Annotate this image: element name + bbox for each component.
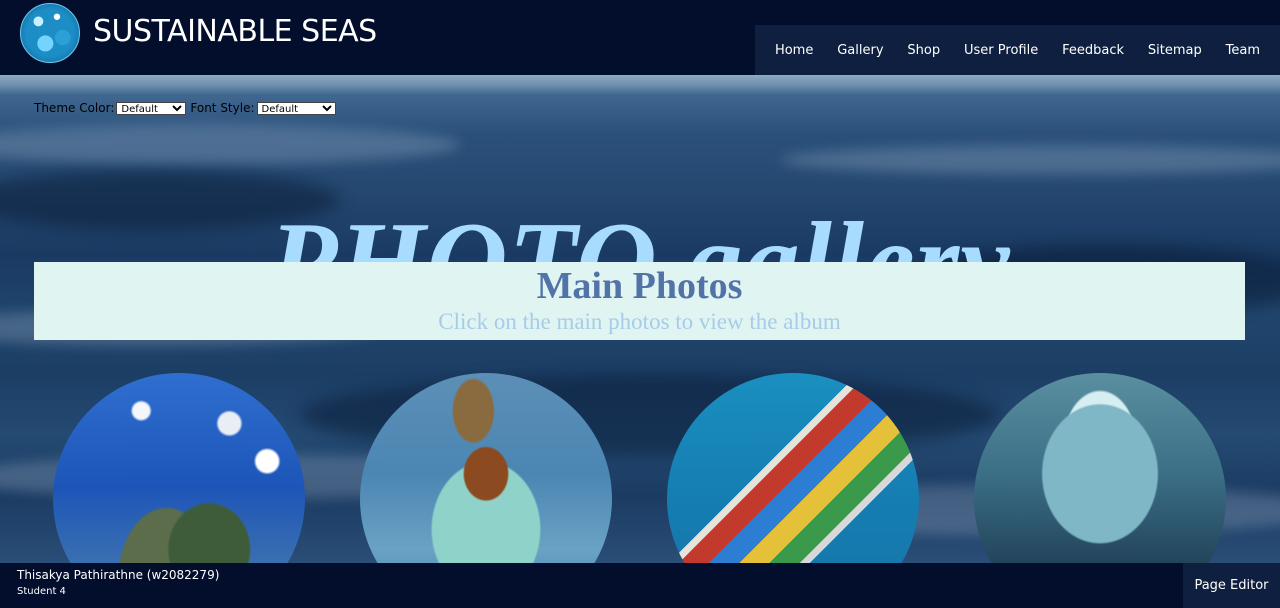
main-photos-banner: Main Photos Click on the main photos to … <box>34 262 1245 340</box>
nav-shop[interactable]: Shop <box>907 43 940 58</box>
font-style-label: Font Style: <box>190 101 255 115</box>
display-settings: Theme Color: Default Font Style: Default <box>34 101 340 115</box>
main-photos-heading: Main Photos <box>536 265 743 307</box>
student-label: Student 4 <box>17 586 66 597</box>
photo-aquarium[interactable] <box>974 373 1226 563</box>
nav-home[interactable]: Home <box>775 43 813 58</box>
ocean-globe-icon[interactable] <box>20 3 80 63</box>
nav-team[interactable]: Team <box>1226 43 1260 58</box>
main-photos-subtitle: Click on the main photos to view the alb… <box>438 309 841 334</box>
nav-sitemap[interactable]: Sitemap <box>1148 43 1202 58</box>
photo-fisherman[interactable] <box>360 373 612 563</box>
nav-feedback[interactable]: Feedback <box>1062 43 1124 58</box>
student-name: Thisakya Pathirathne (w2082279) <box>17 568 220 582</box>
site-footer: Thisakya Pathirathne (w2082279) Student … <box>0 563 1280 608</box>
nav-gallery[interactable]: Gallery <box>837 43 883 58</box>
gallery-main: Theme Color: Default Font Style: Default… <box>0 75 1280 563</box>
page-editor-button[interactable]: Page Editor <box>1183 563 1280 608</box>
photo-cargo-ship[interactable] <box>667 373 919 563</box>
wave-highlight <box>780 145 1280 175</box>
main-nav: Home Gallery Shop User Profile Feedback … <box>755 25 1280 75</box>
nav-user-profile[interactable]: User Profile <box>964 43 1038 58</box>
site-title[interactable]: SUSTAINABLE SEAS <box>93 12 377 52</box>
theme-color-select[interactable]: Default <box>116 101 187 115</box>
wave-highlight <box>0 125 460 165</box>
site-header: SUSTAINABLE SEAS Home Gallery Shop User … <box>0 0 1280 75</box>
font-style-select[interactable]: Default <box>256 101 336 115</box>
theme-color-label: Theme Color: <box>34 101 115 115</box>
photo-sea-turtle[interactable] <box>53 373 305 563</box>
